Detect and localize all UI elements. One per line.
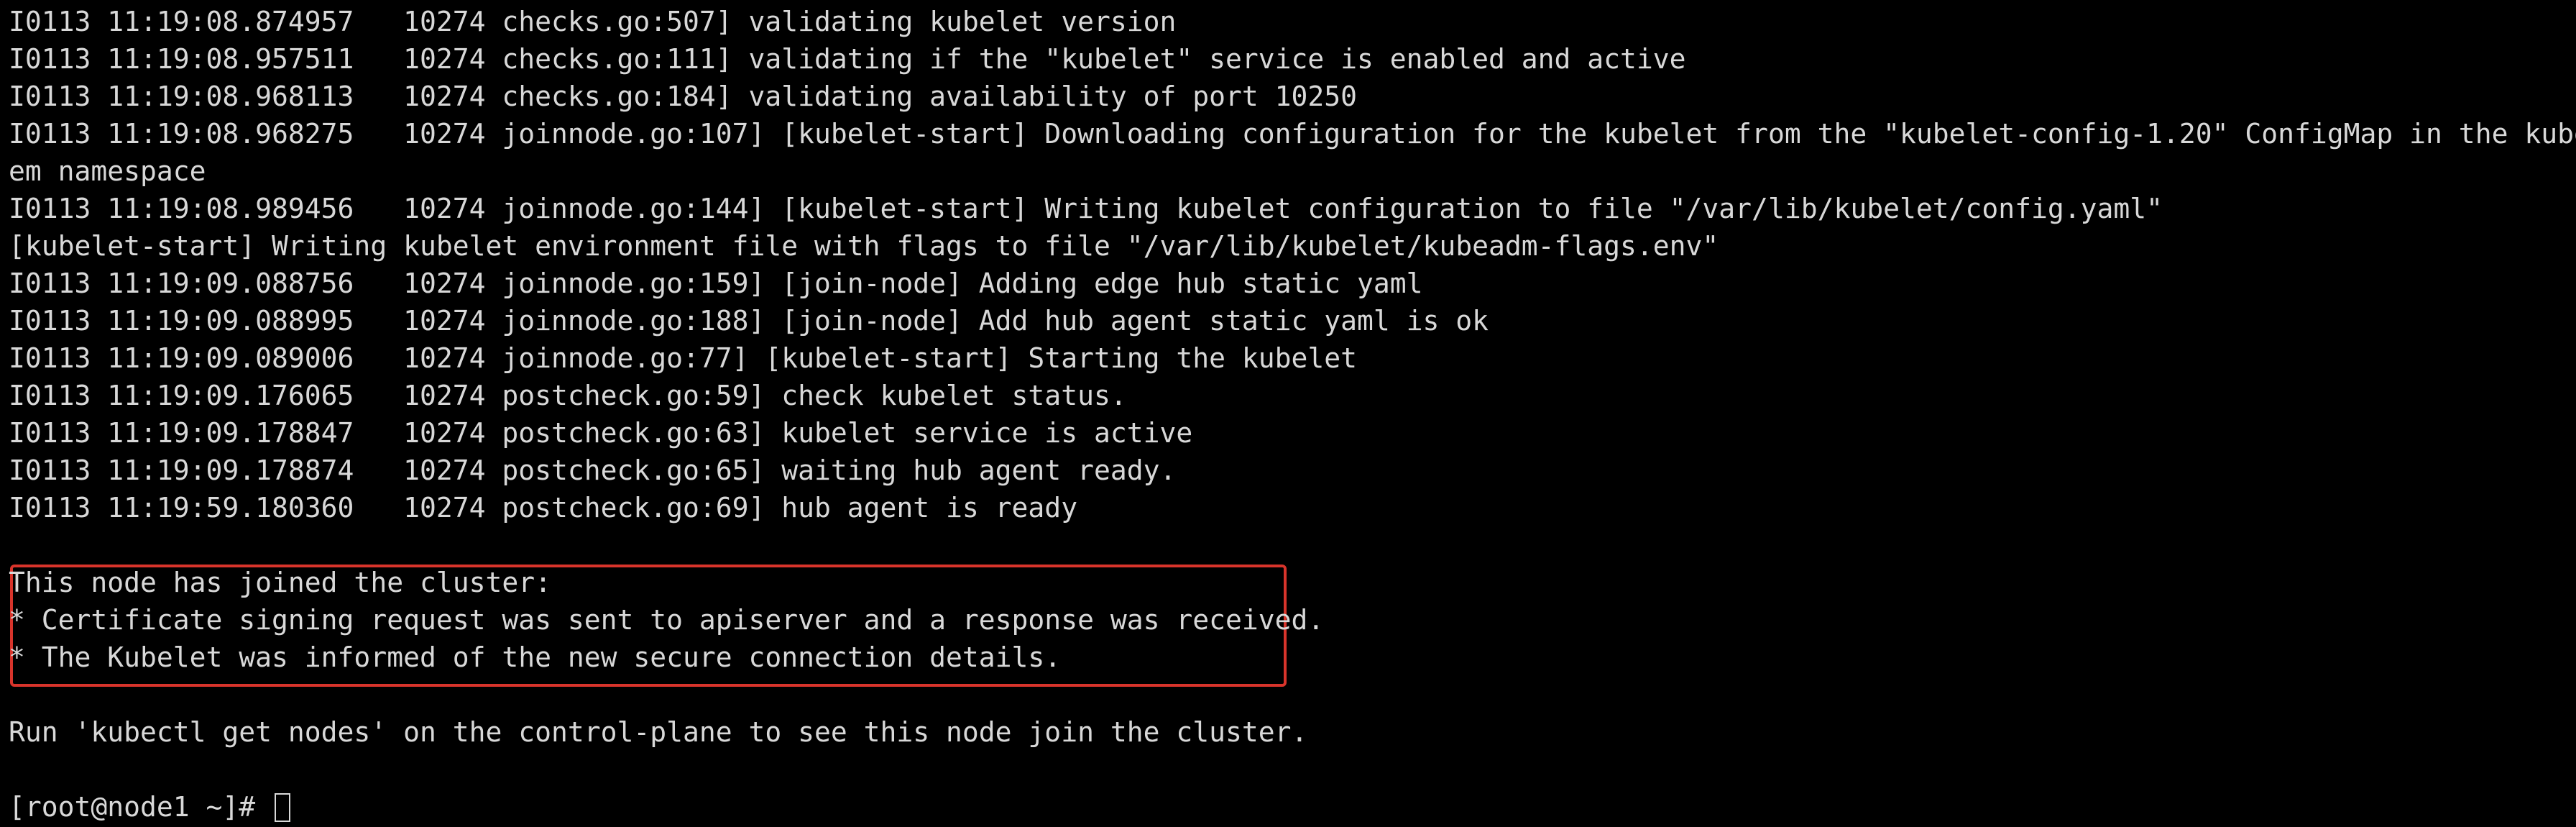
text-cursor[interactable] [275,793,291,822]
log-line: I0113 11:19:09.176065 10274 postcheck.go… [9,380,1127,411]
terminal-window[interactable]: I0113 11:19:08.874957 10274 checks.go:50… [9,0,2576,827]
log-line: em namespace [9,155,206,187]
log-line: I0113 11:19:08.968113 10274 checks.go:18… [9,81,1357,112]
log-line: I0113 11:19:09.088756 10274 joinnode.go:… [9,268,1423,299]
join-success-detail: * The Kubelet was informed of the new se… [9,641,1062,673]
join-success-heading: This node has joined the cluster: [9,567,551,598]
log-line: I0113 11:19:09.089006 10274 joinnode.go:… [9,342,1357,374]
log-line: I0113 11:19:08.968275 10274 joinnode.go:… [9,118,2576,150]
next-step-hint: Run 'kubectl get nodes' on the control-p… [9,716,1308,748]
prompt-line[interactable]: [root@node1 ~]# [9,788,291,826]
log-line: I0113 11:19:09.088995 10274 joinnode.go:… [9,305,1489,337]
log-line: I0113 11:19:09.178874 10274 postcheck.go… [9,454,1177,486]
log-line: I0113 11:19:59.180360 10274 postcheck.go… [9,492,1078,524]
log-line: I0113 11:19:09.178847 10274 postcheck.go… [9,417,1193,449]
join-success-detail: * Certificate signing request was sent t… [9,604,1325,636]
log-line: I0113 11:19:08.957511 10274 checks.go:11… [9,43,1686,75]
log-line: [kubelet-start] Writing kubelet environm… [9,230,1719,262]
shell-prompt: [root@node1 ~]# [9,791,272,823]
log-line: I0113 11:19:08.874957 10274 checks.go:50… [9,6,1177,37]
log-line: I0113 11:19:08.989456 10274 joinnode.go:… [9,193,2163,224]
